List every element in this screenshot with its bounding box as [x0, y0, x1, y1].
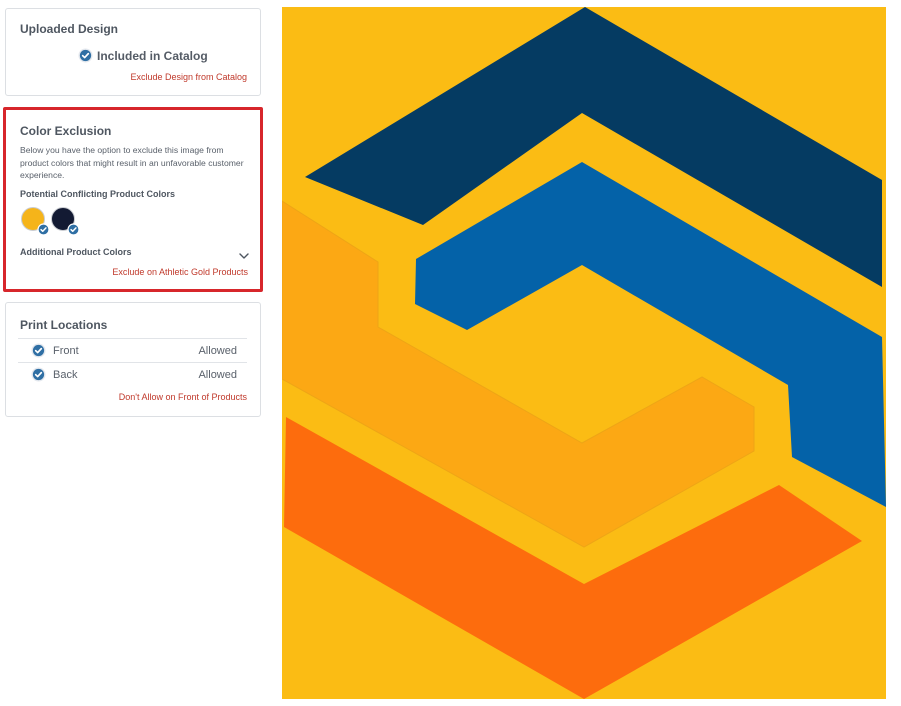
design-artwork [282, 7, 886, 699]
check-circle-icon [37, 223, 50, 236]
conflicting-colors-label: Potential Conflicting Product Colors [20, 189, 175, 199]
uploaded-design-title: Uploaded Design [20, 22, 119, 36]
swatch-athletic-gold[interactable] [21, 207, 50, 236]
uploaded-design-card: Uploaded Design Included in Catalog Excl… [5, 8, 261, 96]
location-status: Allowed [198, 344, 237, 357]
location-name: Front [53, 344, 79, 357]
exclude-design-link[interactable]: Exclude Design from Catalog [130, 72, 247, 82]
color-exclusion-card: Color Exclusion Below you have the optio… [3, 107, 263, 292]
check-circle-icon [78, 48, 93, 63]
check-circle-icon [67, 223, 80, 236]
print-locations-card: Print Locations Front Allowed Back Allow… [5, 302, 261, 417]
color-exclusion-description: Below you have the option to exclude thi… [20, 145, 244, 180]
included-label: Included in Catalog [97, 48, 208, 63]
swatch-navy[interactable] [51, 207, 80, 236]
color-exclusion-title: Color Exclusion [20, 124, 112, 138]
included-in-catalog-status: Included in Catalog [78, 48, 208, 63]
location-row-front[interactable]: Front Allowed [18, 338, 247, 362]
location-status: Allowed [198, 368, 237, 381]
location-row-back[interactable]: Back Allowed [18, 362, 247, 386]
check-circle-icon[interactable] [31, 367, 46, 382]
location-name: Back [53, 368, 78, 381]
chevron-down-icon[interactable] [239, 247, 249, 259]
dont-allow-front-link[interactable]: Don't Allow on Front of Products [119, 392, 247, 402]
check-circle-icon[interactable] [31, 343, 46, 358]
exclude-athletic-gold-link[interactable]: Exclude on Athletic Gold Products [112, 267, 248, 277]
print-locations-title: Print Locations [20, 318, 108, 332]
additional-colors-label[interactable]: Additional Product Colors [20, 247, 132, 257]
